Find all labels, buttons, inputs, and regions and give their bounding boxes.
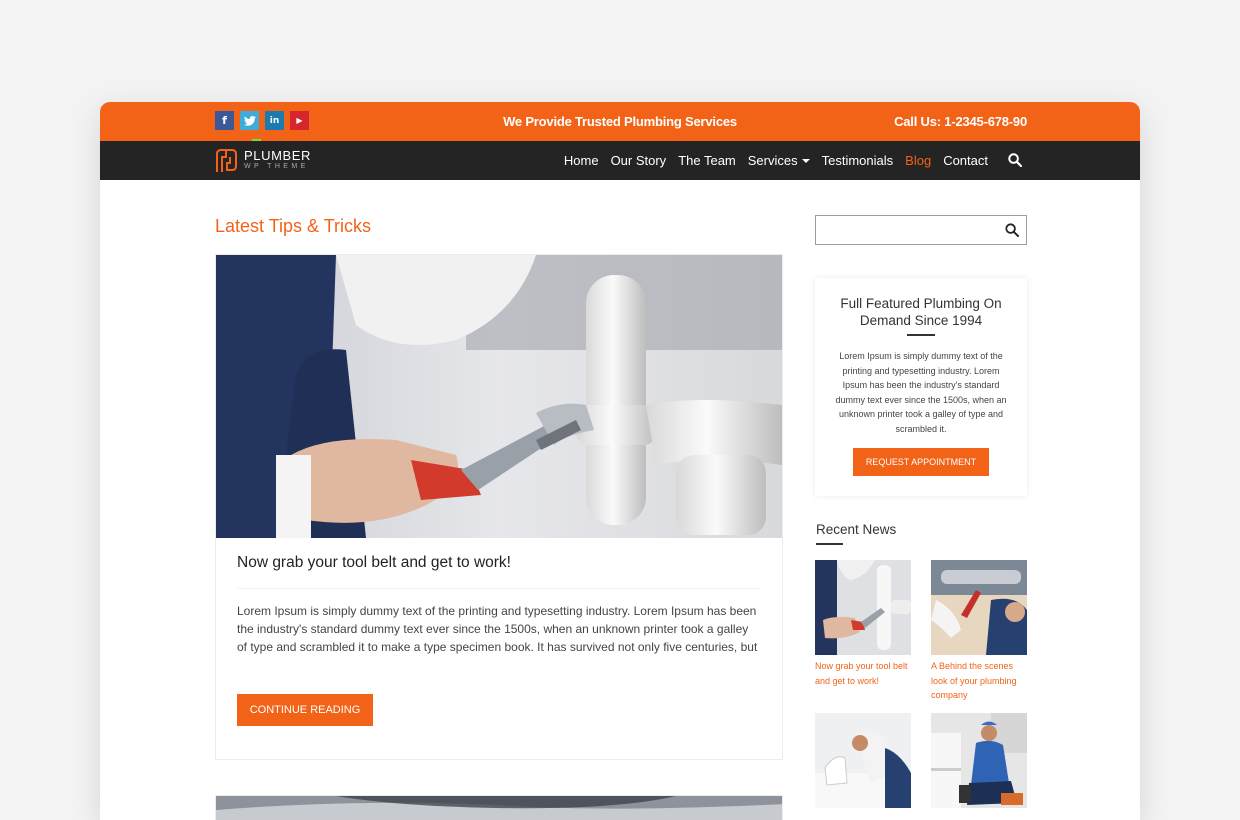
news-caption[interactable]: Now grab your tool belt and get to work! xyxy=(815,659,911,688)
nav-contact[interactable]: Contact xyxy=(937,153,994,168)
search-icon[interactable] xyxy=(1005,223,1019,237)
next-post-image[interactable] xyxy=(215,795,783,820)
nav-our-story[interactable]: Our Story xyxy=(605,153,673,168)
sidebar-search-input[interactable] xyxy=(815,215,1027,245)
browser-frame: f in ▶ We Provide Trusted Plumbing Servi… xyxy=(100,102,1140,820)
recent-news-divider xyxy=(816,543,843,545)
recent-news-item[interactable]: Now grab your tool belt and get to work! xyxy=(815,560,911,688)
nav-services-label: Services xyxy=(747,153,798,168)
section-title: Latest Tips & Tricks xyxy=(215,216,372,236)
post-divider xyxy=(237,588,761,589)
primary-menu: Home Our Story The Team Services Testimo… xyxy=(558,141,994,180)
top-bar: f in ▶ We Provide Trusted Plumbing Servi… xyxy=(100,102,1140,141)
nav-services[interactable]: Services xyxy=(742,153,816,168)
news-thumbnail[interactable] xyxy=(931,713,1027,808)
recent-news-item[interactable] xyxy=(815,713,911,808)
main-navbar: PLUMBER WP THEME Home Our Story The Team… xyxy=(100,141,1140,180)
news-thumbnail[interactable] xyxy=(815,713,911,808)
search-icon[interactable] xyxy=(1008,153,1022,167)
promo-title: Full Featured Plumbing On Demand Since 1… xyxy=(840,296,1002,328)
recent-news-title: Recent News xyxy=(816,522,897,537)
continue-reading-button[interactable]: CONTINUE READING xyxy=(237,694,373,726)
phone-number[interactable]: Call Us: 1-2345-678-90 xyxy=(894,114,1027,129)
recent-news-item[interactable] xyxy=(931,713,1027,808)
promo-divider xyxy=(907,334,935,336)
blog-post-card: Now grab your tool belt and get to work!… xyxy=(215,254,783,760)
post-image[interactable] xyxy=(216,255,782,538)
site-logo[interactable]: PLUMBER WP THEME xyxy=(214,147,311,173)
nav-testimonials[interactable]: Testimonials xyxy=(816,153,900,168)
news-thumbnail[interactable] xyxy=(815,560,911,655)
pipe-logo-icon xyxy=(216,149,237,172)
nav-blog[interactable]: Blog xyxy=(899,153,937,168)
post-excerpt: Lorem Ipsum is simply dummy text of the … xyxy=(237,604,758,654)
request-appointment-button[interactable]: REQUEST APPOINTMENT xyxy=(853,448,989,476)
recent-news-item[interactable]: A Behind the scenes look of your plumbin… xyxy=(931,560,1027,703)
nav-the-team[interactable]: The Team xyxy=(672,153,742,168)
nav-home[interactable]: Home xyxy=(558,153,605,168)
post-title[interactable]: Now grab your tool belt and get to work! xyxy=(237,554,511,572)
news-thumbnail[interactable] xyxy=(931,560,1027,655)
brand-name: PLUMBER xyxy=(244,148,312,163)
promo-widget: Full Featured Plumbing On Demand Since 1… xyxy=(815,278,1027,496)
promo-text: Lorem Ipsum is simply dummy text of the … xyxy=(835,351,1007,434)
brand-sub: WP THEME xyxy=(244,163,309,170)
caret-down-icon xyxy=(801,158,810,163)
news-caption[interactable]: A Behind the scenes look of your plumbin… xyxy=(931,659,1027,703)
